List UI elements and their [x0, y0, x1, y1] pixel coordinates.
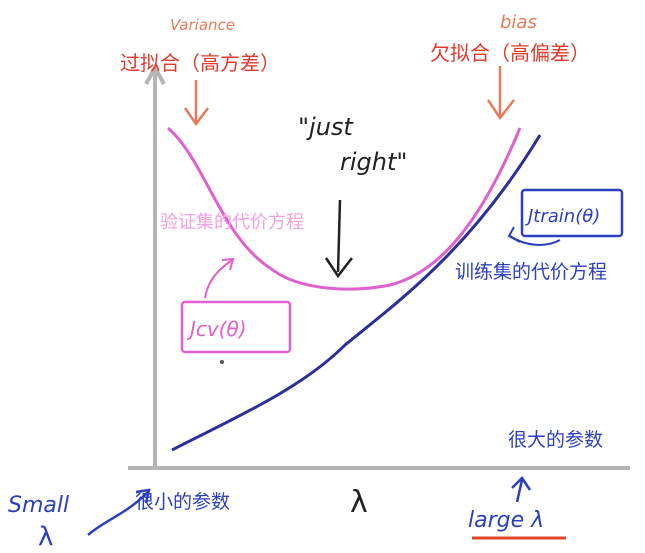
underfit-label: 欠拟合（高偏差） — [430, 41, 590, 65]
large-lambda-label: large λ — [468, 508, 544, 533]
cv-cost-label: 验证集的代价方程 — [160, 212, 304, 233]
stray-dot — [220, 360, 224, 364]
variance-arrow-icon — [183, 80, 209, 127]
train-cost-label: 训练集的代价方程 — [455, 261, 607, 283]
bias-arrow-icon — [486, 66, 515, 121]
jcv-label: Jcv(θ) — [186, 317, 247, 341]
small-lambda-line2: λ — [38, 522, 53, 552]
large-lambda-arrow-icon — [511, 476, 532, 503]
just-right-arrow-icon — [324, 199, 353, 279]
large-params-label: 很大的参数 — [508, 429, 603, 451]
jtrain-label: Jtrain(θ) — [525, 206, 600, 227]
overfit-label: 过拟合（高方差） — [120, 51, 280, 75]
bias-handwritten: bias — [500, 12, 537, 33]
variance-handwritten: Variance — [170, 16, 235, 34]
regularization-diagram: 过拟合（高方差） 欠拟合（高偏差） Variance bias "just ri… — [8, 12, 630, 552]
jcv-arrow-icon — [204, 257, 235, 299]
just-right-line2: right" — [340, 148, 407, 176]
x-axis-label: λ — [350, 485, 368, 520]
jtrain-curve — [171, 134, 542, 452]
just-right-line1: "just — [298, 113, 354, 141]
small-lambda-line1: Small — [8, 493, 69, 518]
